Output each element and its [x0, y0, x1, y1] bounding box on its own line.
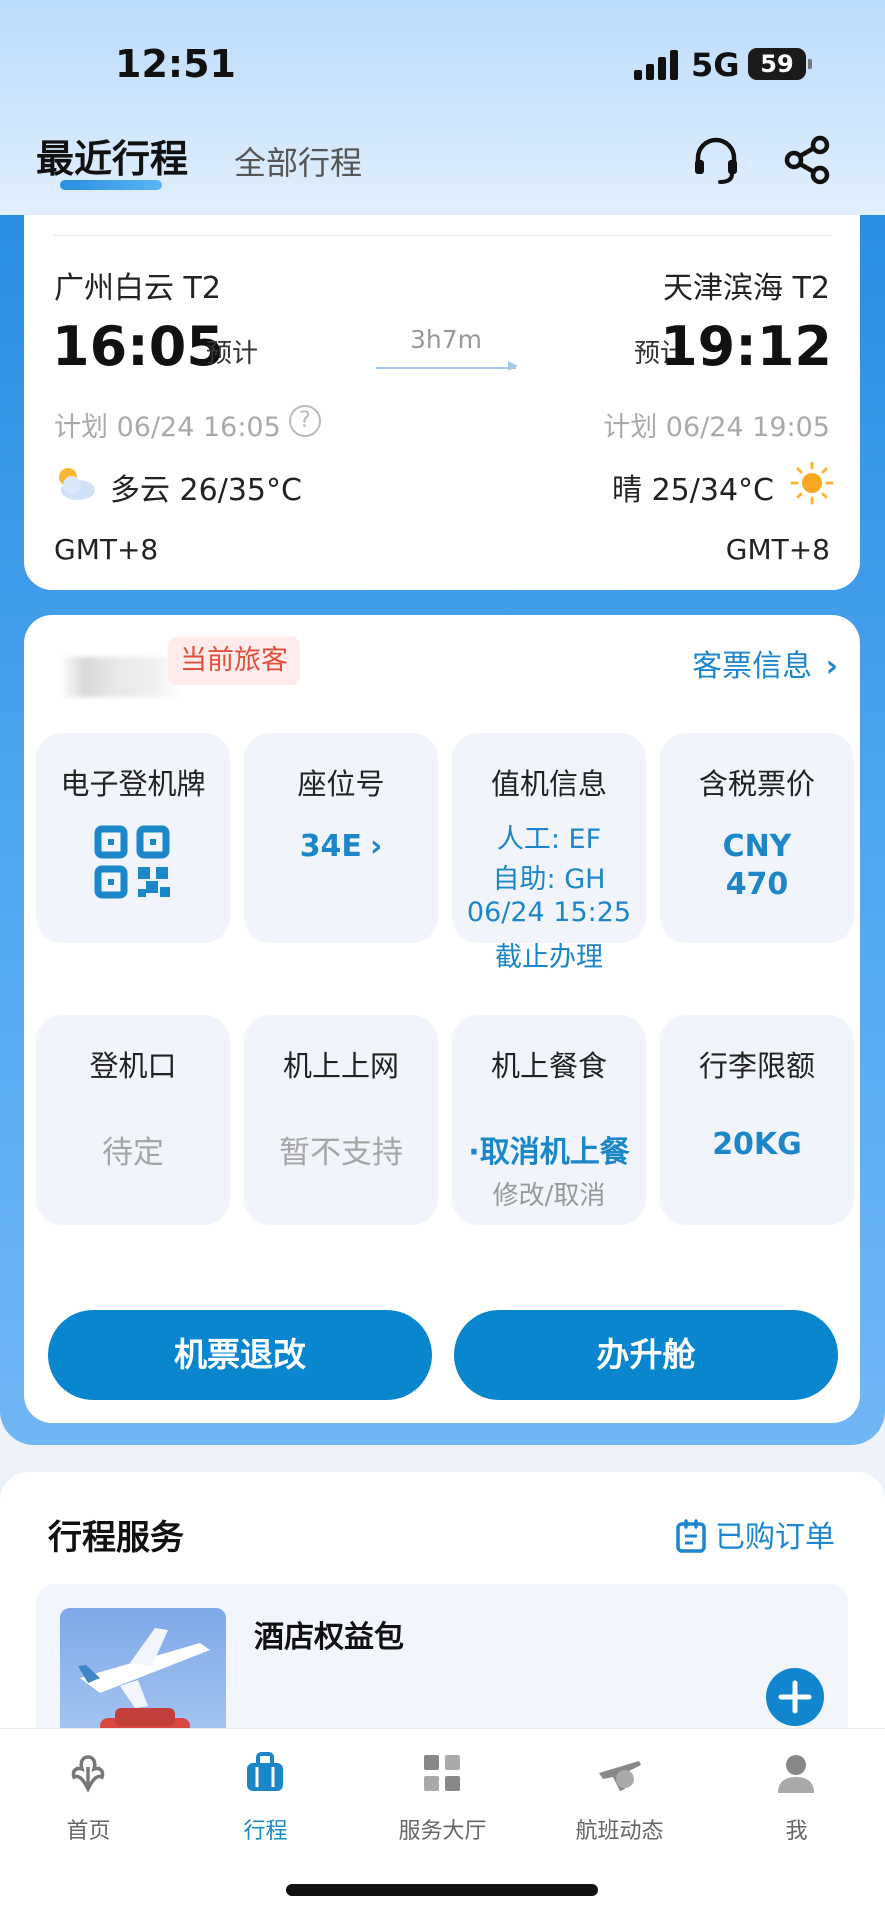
hotel-package-title: 酒店权益包 [254, 1620, 404, 1655]
tile-title: 含税票价 [698, 767, 815, 801]
tile-title: 机上餐食 [490, 1049, 607, 1083]
trip-header: 最近行程 全部行程 [0, 120, 885, 220]
orders-label: 已购订单 [715, 1520, 835, 1555]
departure-est-label: 预计 [206, 339, 259, 369]
qr-code-icon [94, 825, 170, 899]
baggage-tile[interactable]: 行李限额 20KG [660, 1015, 854, 1225]
current-passenger-badge: 当前旅客 [168, 637, 300, 685]
seat-number: 34E › [299, 829, 383, 864]
network-label: 5G [691, 46, 740, 84]
nav-trips[interactable]: 行程 [177, 1729, 354, 1859]
boarding-pass-tile[interactable]: 电子登机牌 [36, 733, 230, 943]
nav-me[interactable]: 我 [708, 1729, 885, 1859]
arrival-time: 19:12 [660, 315, 832, 378]
hotel-package-image [60, 1608, 226, 1748]
tile-title: 登机口 [89, 1049, 177, 1083]
ticket-info-link[interactable]: 客票信息 › [692, 641, 838, 685]
duration-arrow-line [376, 367, 516, 369]
checkin-manual: 人工: EF [496, 824, 602, 855]
flight-duration: 3h7m [410, 325, 483, 354]
fare-amount: 470 [725, 867, 789, 902]
wifi-tile[interactable]: 机上上网 暂不支持 [244, 1015, 438, 1225]
nav-label: 行程 [243, 1819, 288, 1844]
origin-timezone: GMT+8 [54, 533, 159, 566]
home-icon [71, 1755, 105, 1793]
meal-modify-link[interactable]: 修改/取消 [452, 1175, 646, 1212]
section-title: 行程服务 [48, 1518, 184, 1558]
baggage-value: 20KG [712, 1127, 802, 1162]
battery-icon: 59 [748, 48, 812, 80]
active-tab-indicator [60, 180, 162, 190]
upgrade-button[interactable]: 办升舱 [454, 1310, 838, 1400]
departure-time: 16:05 [52, 315, 224, 378]
passenger-name-redacted [60, 657, 180, 697]
flight-card[interactable]: 广州白云 T2 天津滨海 T2 16:05 预计 3h7m 预计 19:12 计… [24, 215, 860, 590]
tile-title: 值机信息 [490, 767, 607, 801]
checkin-deadline-time: 06/24 15:25 [466, 897, 632, 928]
help-icon[interactable]: ? [289, 405, 321, 437]
arrival-planned: 计划 06/24 19:05 [603, 412, 830, 443]
nav-service-hall[interactable]: 服务大厅 [354, 1729, 531, 1859]
tile-title: 电子登机牌 [60, 767, 206, 801]
cloudy-icon [59, 468, 95, 500]
user-icon [778, 1755, 814, 1793]
tile-title: 行李限额 [698, 1049, 815, 1083]
status-time: 12:51 [115, 42, 236, 86]
fare-currency: CNY [722, 829, 792, 864]
plus-icon [778, 1680, 812, 1714]
nav-label: 服务大厅 [398, 1819, 487, 1844]
arrow-right-icon [508, 361, 518, 371]
nav-label: 首页 [66, 1819, 111, 1844]
origin-weather: 多云 26/35°C [110, 473, 302, 508]
chevron-right-icon: › [825, 649, 838, 684]
origin-airport: 广州白云 T2 [54, 271, 221, 306]
destination-airport: 天津滨海 T2 [663, 271, 830, 306]
destination-weather: 晴 25/34°C [612, 473, 774, 508]
trip-services-section: 行程服务 已购订单 酒店权益包 [0, 1472, 885, 1784]
chevron-right-icon: › [369, 829, 383, 864]
luggage-icon [247, 1752, 283, 1791]
signal-icon [634, 50, 680, 80]
tab-recent-trips[interactable]: 最近行程 [36, 128, 188, 183]
tile-title: 座位号 [297, 767, 385, 801]
wifi-value: 暂不支持 [279, 1135, 403, 1171]
share-icon[interactable] [780, 132, 836, 188]
meal-value: ·取消机上餐 [468, 1135, 630, 1170]
headset-icon[interactable] [688, 132, 744, 188]
fare-tile[interactable]: 含税票价 CNY 470 [660, 733, 854, 943]
purchased-orders-link[interactable]: 已购订单 [675, 1512, 835, 1556]
refund-change-button[interactable]: 机票退改 [48, 1310, 432, 1400]
destination-timezone: GMT+8 [725, 533, 830, 566]
clipboard-icon [676, 1519, 706, 1553]
tab-all-trips[interactable]: 全部行程 [234, 138, 362, 184]
seat-tile[interactable]: 座位号 34E › [244, 733, 438, 943]
ticket-info-label: 客票信息 [692, 649, 813, 684]
plane-icon [599, 1761, 641, 1791]
nav-label: 我 [785, 1819, 808, 1844]
checkin-deadline-label: 截止办理 [495, 942, 603, 973]
checkin-info-tile[interactable]: 值机信息 人工: EF 自助: GH 06/24 15:25 截止办理 [452, 733, 646, 973]
add-button[interactable] [766, 1668, 824, 1726]
gate-value: 待定 [102, 1135, 164, 1171]
nav-home[interactable]: 首页 [0, 1729, 177, 1859]
grid-icon [424, 1755, 460, 1791]
meal-tile[interactable]: 机上餐食 ·取消机上餐 修改/取消 [452, 1015, 646, 1225]
tile-title: 机上上网 [282, 1049, 399, 1083]
passenger-card: 当前旅客 客票信息 › 电子登机牌 座位号 34E› 值机信息 人工: EF [24, 615, 860, 1423]
departure-planned: 计划 06/24 16:05 [54, 412, 281, 443]
nav-label: 航班动态 [575, 1819, 664, 1844]
sunny-icon [790, 461, 834, 505]
nav-flight-status[interactable]: 航班动态 [531, 1729, 708, 1859]
divider [52, 235, 832, 236]
home-indicator [286, 1884, 598, 1896]
checkin-self: 自助: GH [492, 864, 606, 895]
status-bar: 12:51 5G 59 [0, 0, 885, 120]
gate-tile[interactable]: 登机口 待定 [36, 1015, 230, 1225]
